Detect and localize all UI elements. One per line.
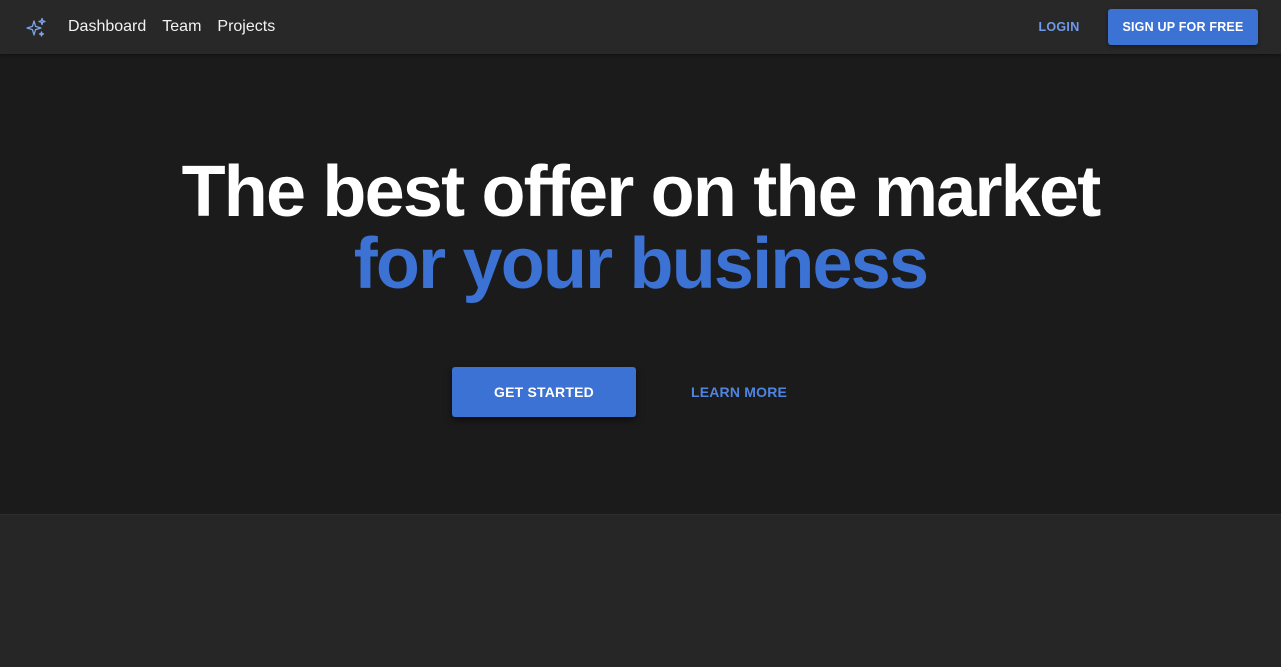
get-started-button[interactable]: GET STARTED: [452, 367, 636, 417]
sparkles-icon[interactable]: [24, 16, 48, 40]
nav-link-team[interactable]: Team: [162, 18, 201, 36]
signup-button[interactable]: SIGN UP FOR FREE: [1108, 9, 1258, 45]
login-button[interactable]: LOGIN: [1028, 9, 1090, 45]
learn-more-button[interactable]: LEARN MORE: [684, 367, 794, 417]
hero-title-line-1: The best offer on the market: [181, 152, 1102, 232]
top-navbar: Dashboard Team Projects LOGIN SIGN UP FO…: [0, 0, 1281, 54]
content-section: [0, 514, 1281, 667]
nav-link-dashboard[interactable]: Dashboard: [68, 18, 146, 36]
nav-link-projects[interactable]: Projects: [217, 18, 275, 36]
hero-section: The best offer on the market for your bu…: [0, 54, 1281, 514]
primary-nav: Dashboard Team Projects: [68, 0, 275, 54]
hero-title: The best offer on the market for your bu…: [0, 156, 1281, 300]
hero-title-line-2: for your business: [353, 224, 929, 304]
